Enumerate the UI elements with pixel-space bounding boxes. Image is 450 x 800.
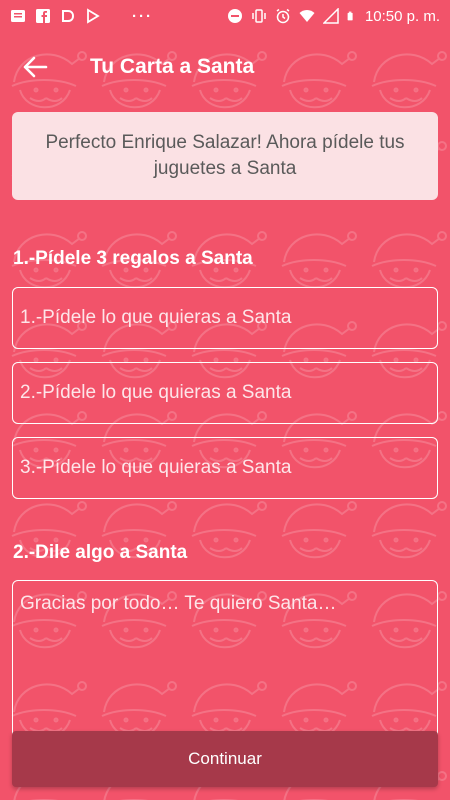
facebook-icon xyxy=(36,9,50,23)
page-title: Tu Carta a Santa xyxy=(90,55,255,78)
signal-icon xyxy=(322,8,339,24)
status-time: 10:50 p. m. xyxy=(364,7,440,25)
alarm-icon xyxy=(276,8,290,24)
gift-input-3-placeholder: 3.-Pídele lo que quieras a Santa xyxy=(20,457,292,478)
message-placeholder: Gracias por todo… Te quiero Santa… xyxy=(20,593,337,614)
gift-input-1[interactable]: 1.-Pídele lo que quieras a Santa xyxy=(12,287,438,349)
gifts-section-label: 1.-Pídele 3 regalos a Santa xyxy=(13,248,253,269)
status-bar: ··· 10:50 p. m. xyxy=(0,0,450,32)
vibrate-icon xyxy=(252,9,266,23)
d-app-icon xyxy=(62,10,75,22)
message-icon xyxy=(11,10,25,22)
play-store-icon xyxy=(87,8,100,24)
message-section-label: 2.-Dile algo a Santa xyxy=(13,542,188,563)
greeting-banner: Perfecto Enrique Salazar! Ahora pídele t… xyxy=(12,112,438,200)
gift-input-3[interactable]: 3.-Pídele lo que quieras a Santa xyxy=(12,437,438,499)
more-notifications-indicator: ··· xyxy=(132,7,153,25)
back-button[interactable] xyxy=(0,32,70,102)
gift-input-2[interactable]: 2.-Pídele lo que quieras a Santa xyxy=(12,362,438,424)
gift-input-2-placeholder: 2.-Pídele lo que quieras a Santa xyxy=(20,382,292,403)
arrow-left-icon xyxy=(23,56,48,78)
app-bar: Tu Carta a Santa xyxy=(0,32,450,102)
battery-icon xyxy=(347,11,353,21)
do-not-disturb-icon xyxy=(227,9,242,23)
wifi-icon xyxy=(299,10,315,22)
continue-button[interactable]: Continuar xyxy=(12,731,438,787)
gift-input-1-placeholder: 1.-Pídele lo que quieras a Santa xyxy=(20,307,292,328)
